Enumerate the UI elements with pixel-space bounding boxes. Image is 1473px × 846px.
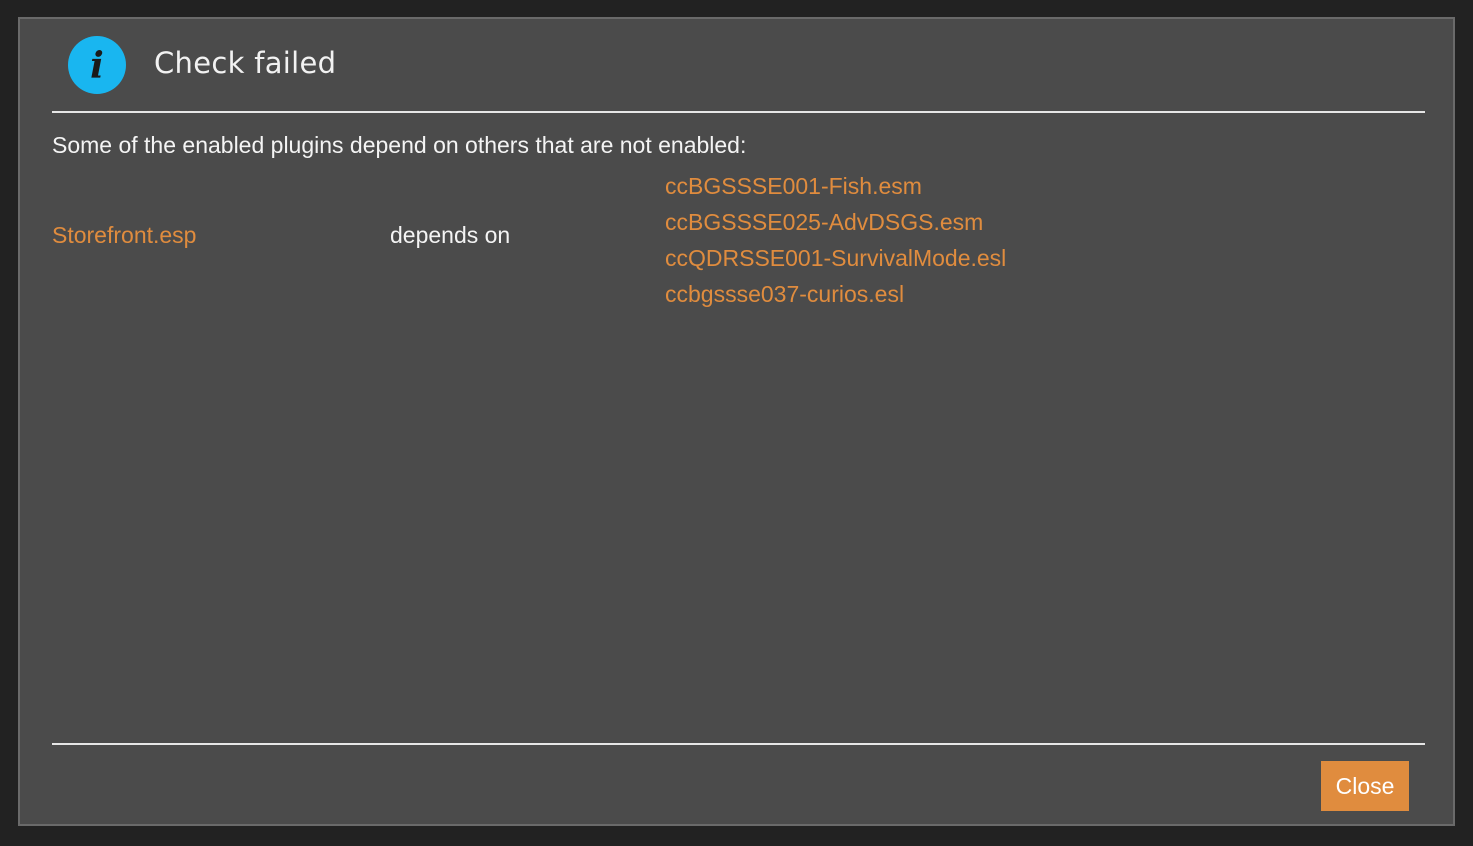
- check-failed-dialog: i Check failed Some of the enabled plugi…: [18, 17, 1455, 826]
- relation-label: depends on: [390, 222, 511, 248]
- info-icon: i: [68, 36, 126, 94]
- dialog-title: Check failed: [154, 46, 337, 80]
- dependency-item: ccBGSSSE025-AdvDSGS.esm: [665, 209, 984, 235]
- plugin-name: Storefront.esp: [52, 222, 197, 248]
- dependency-list: ccBGSSSE001-Fish.esm ccBGSSSE025-AdvDSGS…: [665, 168, 1006, 312]
- dependency-item: ccbgssse037-curios.esl: [665, 281, 905, 307]
- dialog-header: i Check failed: [52, 19, 1425, 113]
- close-button[interactable]: Close: [1321, 761, 1409, 811]
- dependency-item: ccQDRSSE001-SurvivalMode.esl: [665, 245, 1007, 271]
- dialog-message: Some of the enabled plugins depend on ot…: [52, 132, 747, 158]
- dependency-row: Storefront.esp depends on ccBGSSSE001-Fi…: [52, 165, 1352, 315]
- info-icon-glyph: i: [90, 45, 104, 87]
- dependency-item: ccBGSSSE001-Fish.esm: [665, 173, 922, 199]
- dialog-footer: Close: [52, 743, 1425, 829]
